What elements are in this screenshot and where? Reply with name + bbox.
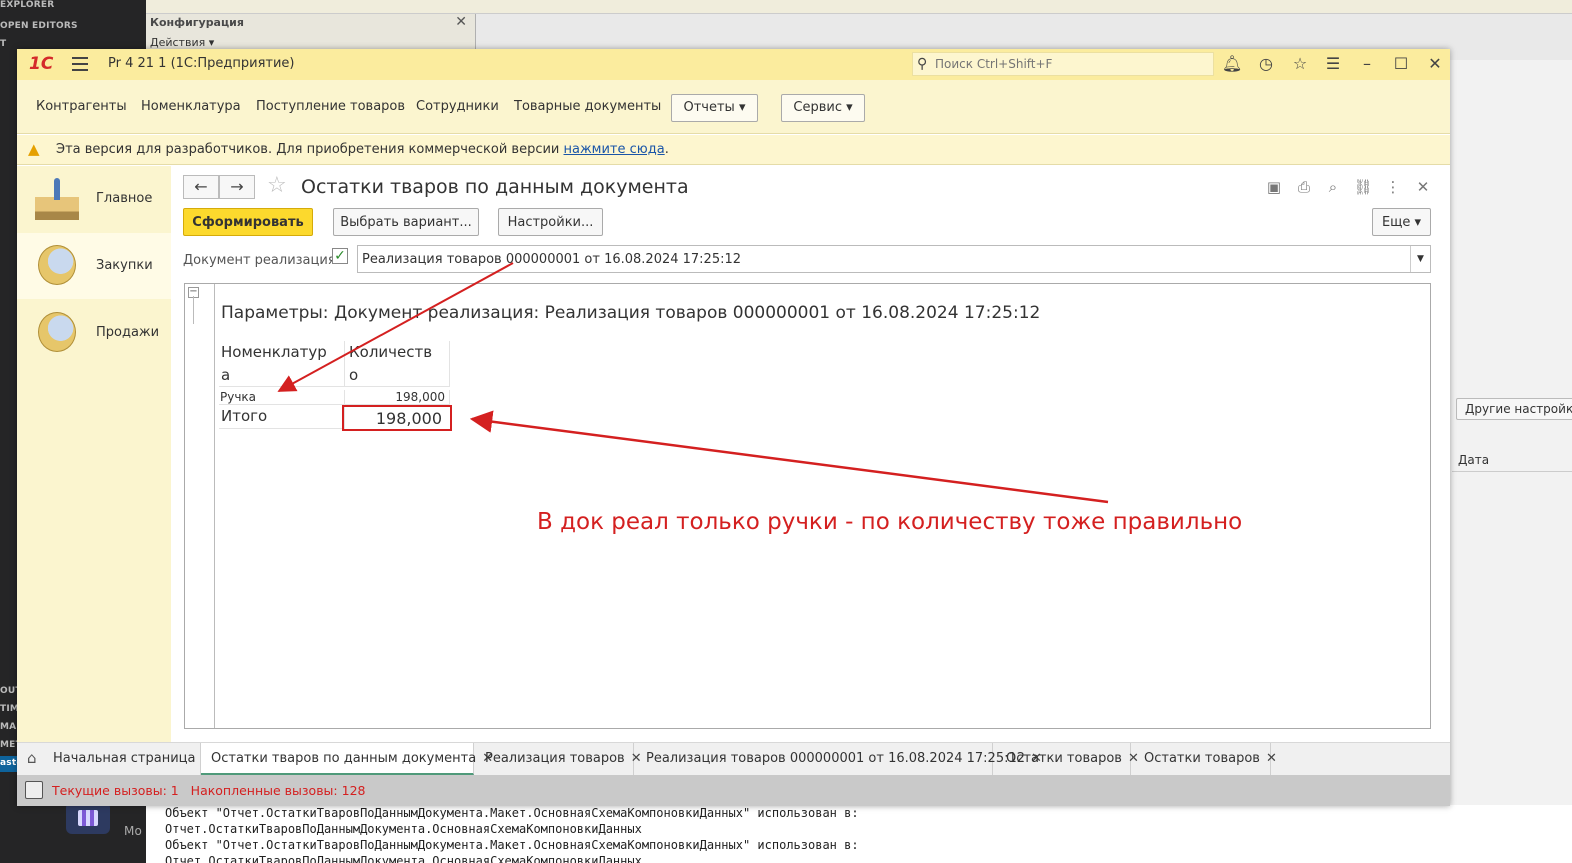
reports-button[interactable]: Отчеты ▾: [671, 94, 758, 122]
section-sidebar: Главное Закупки Продажи: [17, 166, 171, 742]
tab-stock-2[interactable]: Остатки товаров ✕: [1131, 743, 1277, 775]
app-title: Pr 4 21 1 (1С:Предприятие): [108, 56, 295, 71]
close-form-icon[interactable]: ✕: [1413, 178, 1433, 196]
tab-sales-doc[interactable]: Реализация товаров 000000001 от 16.08.20…: [634, 743, 1042, 775]
app-window: 1С Pr 4 21 1 (1С:Предприятие) ⚲ 🔔︎ ◷ ☆ ☰…: [17, 49, 1450, 806]
close-icon[interactable]: ✕: [455, 14, 467, 30]
console-line: Объект "Отчет.ОстаткиТваровПоДаннымДокум…: [165, 806, 859, 820]
buy-link[interactable]: нажмите сюда: [564, 142, 665, 157]
group-line: [193, 296, 194, 324]
console-line: Отчет.ОстаткиТваровПоДаннымДокумента.Осн…: [165, 822, 642, 836]
sidebar-item-label: Главное: [96, 191, 153, 206]
close-window-icon[interactable]: ✕: [1424, 54, 1446, 73]
tree-label[interactable]: T: [0, 39, 6, 49]
status-bar: Текущие вызовы: 1 Накопленные вызовы: 12…: [17, 775, 1450, 806]
windows-icon[interactable]: [25, 781, 43, 799]
hamburger-menu-icon[interactable]: [72, 57, 88, 71]
header-nomenclature[interactable]: Номенклатур а: [219, 341, 345, 387]
1c-logo: 1С: [29, 54, 54, 74]
doc-use-checkbox[interactable]: ✓: [332, 248, 348, 264]
report-parameters: Параметры: Документ реализация: Реализац…: [221, 303, 1041, 323]
doc-field-label: Документ реализация:: [183, 253, 341, 268]
configuration-panel: Конфигурация ✕ Действия ▾: [146, 14, 476, 50]
form-title: Остатки тваров по данным документа: [301, 176, 689, 198]
generate-button[interactable]: Сформировать: [183, 208, 313, 236]
annotation-text: В док реал только ручки - по количеству …: [537, 509, 1243, 535]
taskbar-label: Mo: [124, 824, 143, 838]
settings-button[interactable]: Настройки...: [498, 208, 603, 236]
coins-icon: [38, 245, 76, 285]
home-icon: ⌂: [27, 749, 37, 767]
actions-menu[interactable]: Действия ▾: [150, 36, 214, 49]
back-button[interactable]: ←: [183, 175, 219, 199]
tab-stock-1[interactable]: Остатки товаров ✕: [993, 743, 1139, 775]
coins-icon: [38, 312, 76, 352]
doc-field-value: Реализация товаров 000000001 от 16.08.20…: [362, 252, 742, 267]
header-quantity[interactable]: Количеств о: [345, 341, 450, 387]
favorite-star-icon[interactable]: ☆: [267, 173, 287, 198]
total-label-cell[interactable]: Итого: [219, 405, 345, 429]
warning-text: Эта версия для разработчиков. Для приобр…: [56, 142, 669, 157]
configuration-title: Конфигурация: [150, 16, 244, 29]
save-icon[interactable]: ▣: [1264, 178, 1284, 196]
service-button[interactable]: Сервис ▾: [781, 94, 865, 122]
total-qty-cell[interactable]: 198,000: [342, 405, 452, 431]
tab-home[interactable]: ⌂ Начальная страница: [17, 743, 201, 775]
search-icon: ⚲: [917, 56, 928, 72]
app-logo-icon[interactable]: [66, 802, 110, 834]
grid-gutter: [214, 284, 215, 728]
preview-icon[interactable]: ⌕: [1323, 178, 1343, 196]
maximize-icon[interactable]: ☐: [1390, 54, 1412, 73]
row-qty-cell[interactable]: 198,000: [345, 390, 450, 405]
doc-select-field[interactable]: Реализация товаров 000000001 от 16.08.20…: [357, 245, 1431, 273]
section-contractors[interactable]: Контрагенты: [36, 99, 127, 114]
section-receipts[interactable]: Поступление товаров: [256, 99, 405, 114]
bell-icon[interactable]: 🔔︎: [1221, 54, 1243, 73]
sidebar-item-sales[interactable]: Продажи: [17, 300, 171, 366]
section-employees[interactable]: Сотрудники: [416, 99, 499, 114]
row-name-cell[interactable]: Ручка: [219, 390, 345, 405]
console-line: Объект "Отчет.ОстаткиТваровПоДаннымДокум…: [165, 838, 859, 852]
tab-sales[interactable]: Реализация товаров ✕: [474, 743, 642, 775]
link-icon[interactable]: ⛓: [1353, 178, 1373, 196]
sidebar-item-purchases[interactable]: Закупки: [17, 233, 171, 299]
global-search[interactable]: ⚲: [912, 52, 1214, 76]
close-tab-icon[interactable]: ✕: [1266, 751, 1277, 766]
section-nomenclature[interactable]: Номенклатура: [141, 99, 241, 114]
minimize-icon[interactable]: –: [1356, 54, 1378, 73]
more-vertical-icon[interactable]: ⋮: [1383, 178, 1403, 196]
server-calls-text: Текущие вызовы: 1 Накопленные вызовы: 12…: [52, 783, 366, 798]
report-spreadsheet[interactable]: − Параметры: Документ реализация: Реализ…: [184, 283, 1431, 729]
sidebar-item-main[interactable]: Главное: [17, 166, 171, 232]
configurator-toolbar: [146, 0, 1572, 14]
console-line: Отчет.ОстаткиТваровПоДаннымДокумента.Осн…: [165, 854, 642, 863]
chevron-down-icon[interactable]: ▼: [1410, 246, 1430, 272]
open-windows-bar: ⌂ Начальная страница Остатки тваров по да…: [17, 742, 1450, 775]
section-goods-documents[interactable]: Товарные документы: [514, 99, 661, 114]
explorer-label: EXPLORER: [0, 0, 55, 10]
history-icon[interactable]: ◷: [1255, 54, 1277, 73]
title-bar: 1С Pr 4 21 1 (1С:Предприятие) ⚲ 🔔︎ ◷ ☆ ☰…: [17, 49, 1450, 80]
open-editors-label[interactable]: OPEN EDITORS: [0, 21, 78, 31]
report-form: ← → ☆ Остатки тваров по данным документа…: [172, 166, 1450, 742]
sections-panel: Контрагенты Номенклатура Поступление тов…: [17, 80, 1450, 134]
sidebar-item-label: Продажи: [96, 325, 160, 340]
message-console: Объект "Отчет.ОстаткиТваровПоДаннымДокум…: [146, 805, 1572, 863]
select-variant-button[interactable]: Выбрать вариант...: [333, 208, 479, 236]
tab-report-active[interactable]: Остатки тваров по данным документа ✕: [201, 743, 493, 775]
menu-lines-icon[interactable]: ☰: [1322, 54, 1344, 73]
more-button[interactable]: Еще ▾: [1372, 208, 1431, 236]
developer-warning: ▲ Эта версия для разработчиков. Для прио…: [17, 135, 1450, 165]
search-input[interactable]: [935, 55, 1205, 73]
print-icon[interactable]: ⎙: [1294, 178, 1314, 196]
star-icon[interactable]: ☆: [1289, 54, 1311, 73]
background-form: Другие настройки Дата: [1449, 60, 1572, 805]
warning-icon: ▲: [28, 140, 40, 158]
date-column-header[interactable]: Дата: [1452, 450, 1572, 472]
other-settings-button[interactable]: Другие настройки: [1456, 398, 1572, 420]
desk-icon: [35, 178, 79, 220]
forward-button[interactable]: →: [219, 175, 255, 199]
sidebar-item-label: Закупки: [96, 258, 153, 273]
